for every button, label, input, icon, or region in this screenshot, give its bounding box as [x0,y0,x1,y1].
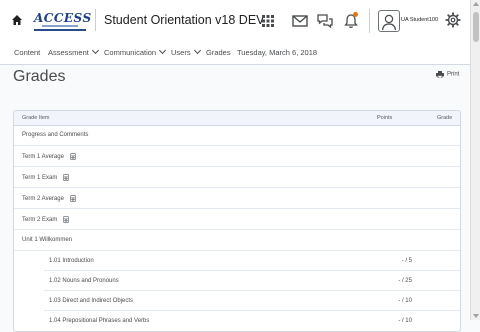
grade-item-name: Term 1 Average [22,154,64,161]
grade-item-name: Term 2 Average [22,196,64,203]
nav-item-label: Users [171,48,191,57]
org-title[interactable]: Student Orientation v18 DEV [104,13,265,27]
calculator-icon [63,174,70,181]
grade-item-name: 1.01 Introduction [49,258,94,264]
calculator-icon [63,216,70,223]
top-header: ACCESS Student Orientation v18 DEV UA St… [0,0,470,43]
grade-item-name: 1.04 Prepositional Phrases and Verbs [49,318,150,324]
logo-underline [42,25,78,27]
nav-item-label: Communication [104,48,157,57]
notification-badge [353,12,358,17]
gear-icon[interactable] [445,12,461,28]
print-label: Print [447,71,460,78]
scroll-up-arrow-icon[interactable] [473,2,479,6]
grade-item-points: - / 25 [398,278,412,284]
nav-item-assessment[interactable]: Assessment [48,46,99,57]
grade-item-name: Term 1 Exam [22,175,58,182]
chevron-down-icon [193,46,201,55]
user-avatar-icon[interactable] [378,10,400,32]
column-header-points: Points [377,115,393,121]
column-header-grade: Grade [437,115,453,121]
table-row: 1.04 Prepositional Phrases and Verbs - /… [14,311,460,331]
grade-item-name: 1.02 Nouns and Pronouns [49,278,119,284]
grade-item-points: - / 5 [401,258,412,264]
table-row: 1.01 Introduction - / 5 [14,251,460,271]
chevron-down-icon [91,46,99,55]
grade-item-cell: Term 2 Exam [22,216,70,224]
grade-item-points: - / 10 [398,318,412,324]
grade-item-cell: Term 1 Average [22,153,76,160]
nav-item-grades[interactable]: Grades [206,48,231,57]
table-row: Unit 1 Willkommen [14,230,460,251]
home-icon[interactable] [11,14,23,26]
grade-item-points: - / 10 [398,298,412,304]
scrollbar-thumb[interactable] [473,12,479,42]
column-header-grade-item: Grade Item [22,115,50,121]
nav-item-date: Tuesday, March 6, 2018 [237,48,318,57]
print-button[interactable]: Print [436,71,459,78]
calculator-icon [70,153,76,160]
grade-item-name: Term 2 Exam [22,217,58,224]
grade-category-name: Unit 1 Willkommen [22,237,73,243]
person-icon [381,14,397,31]
grade-item-cell: Term 2 Average [22,195,76,202]
table-row: 1.03 Direct and Indirect Objects - / 10 [14,291,460,311]
table-row: Term 2 Exam [14,209,460,230]
header-divider [95,9,96,31]
printer-icon [436,71,444,78]
grade-item-cell: Term 1 Exam [22,174,70,182]
table-row: 1.02 Nouns and Pronouns - / 25 [14,271,460,291]
nav-item-communication[interactable]: Communication [104,46,167,57]
logo-text: ACCESS [34,11,92,25]
grades-table: Grade Item Points Grade Progress and Com… [13,110,461,332]
table-row: Term 2 Average [14,188,460,209]
nav-item-label: Assessment [48,48,89,57]
user-name[interactable]: UA Student100 [401,17,438,23]
table-row: Progress and Comments [14,125,460,146]
grade-item-name: Progress and Comments [22,132,89,138]
mail-icon[interactable] [291,12,309,30]
course-navbar: Content Assessment Communication Users G… [0,42,470,65]
chat-icon[interactable] [316,12,334,30]
nav-item-content[interactable]: Content [14,48,40,57]
table-row: Term 1 Average [14,146,460,167]
nav-item-users[interactable]: Users [171,46,201,57]
page-title: Grades [13,68,66,85]
calculator-icon [70,195,76,202]
table-header: Grade Item Points Grade [14,111,460,126]
page-scrollbar[interactable] [470,0,480,320]
table-row: Term 1 Exam [14,167,460,188]
chevron-down-icon [159,46,167,55]
header-divider [369,9,370,33]
scroll-down-arrow-icon[interactable] [473,314,479,318]
grade-item-name: 1.03 Direct and Indirect Objects [49,298,134,304]
org-logo[interactable]: ACCESS [34,11,92,31]
waffle-icon[interactable] [259,12,277,30]
